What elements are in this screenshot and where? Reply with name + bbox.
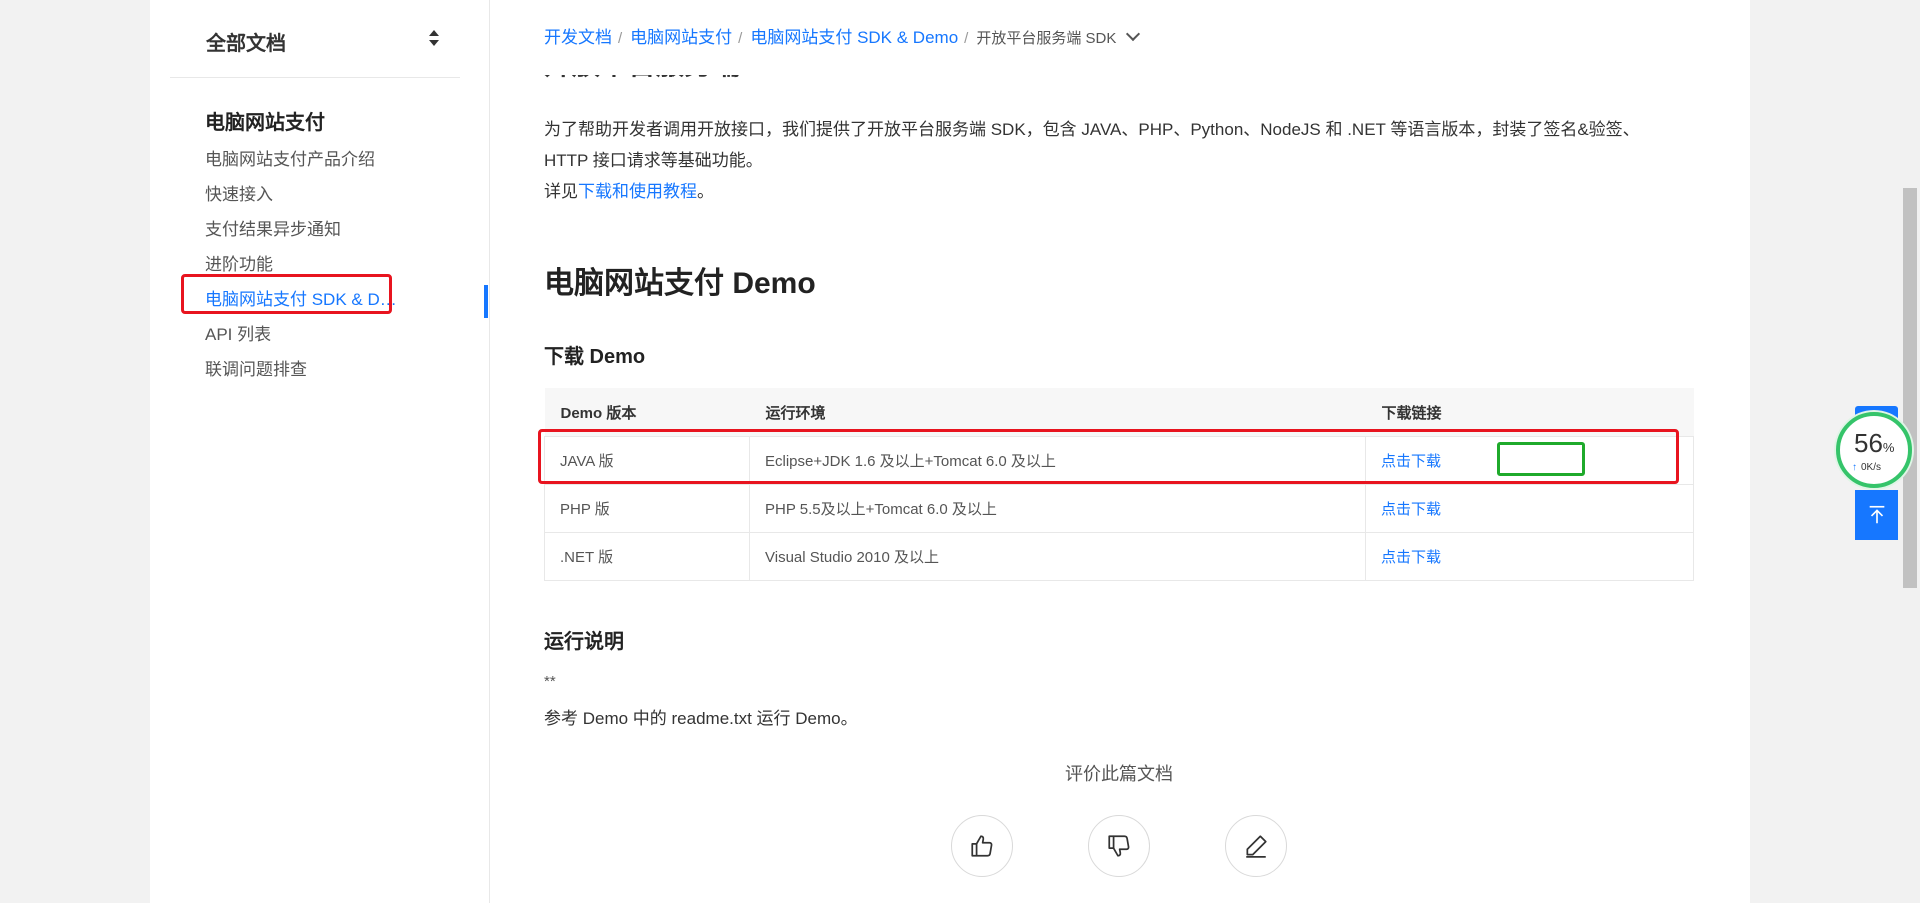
highlight-box-java-download bbox=[1497, 442, 1585, 476]
sidebar-title: 全部文档 bbox=[206, 33, 286, 55]
sidebar-section-title: 电脑网站支付 bbox=[205, 112, 325, 134]
intro-line-1: 为了帮助开发者调用开放接口，我们提供了开放平台服务端 SDK，包含 JAVA、P… bbox=[544, 120, 1640, 139]
cell-link: 点击下载 bbox=[1365, 484, 1694, 533]
pencil-icon bbox=[1246, 835, 1267, 858]
run-instructions-text: 参考 Demo 中的 readme.txt 运行 Demo。 bbox=[544, 709, 858, 728]
see-suffix: 。 bbox=[697, 182, 714, 201]
rate-doc-title: 评价此篇文档 bbox=[1065, 764, 1173, 784]
stray-markdown-stars: ** bbox=[544, 673, 556, 690]
sidebar-nav: 电脑网站支付产品介绍 快速接入 支付结果异步通知 进阶功能 电脑网站支付 SDK… bbox=[205, 146, 397, 391]
cell-link: 点击下载 bbox=[1365, 532, 1694, 581]
doc-content: 开发文档 / 电脑网站支付 / 电脑网站支付 SDK & Demo / 开放平台服务端 SD… bbox=[538, 0, 1694, 903]
sidebar-item-async-notify[interactable]: 支付结果异步通知 bbox=[205, 216, 397, 251]
page-title: 电脑网站支付 Demo bbox=[544, 267, 816, 300]
download-link-dotnet[interactable]: 点击下载 bbox=[1381, 549, 1441, 566]
breadcrumb-separator: / bbox=[964, 30, 969, 47]
breadcrumb-separator: / bbox=[738, 30, 743, 47]
run-instructions-heading: 运行说明 bbox=[544, 631, 624, 653]
intro-line-2: HTTP 接口请求等基础功能。 bbox=[544, 151, 763, 170]
feedback-edit-button[interactable] bbox=[1225, 815, 1287, 877]
breadcrumb-link-pc-pay[interactable]: 电脑网站支付 bbox=[630, 28, 732, 47]
arrow-up-icon: ↑ bbox=[1852, 462, 1857, 473]
breadcrumb-link-docs[interactable]: 开发文档 bbox=[544, 28, 612, 47]
thumbs-down-icon bbox=[1108, 835, 1130, 857]
sidebar-item-intro[interactable]: 电脑网站支付产品介绍 bbox=[205, 146, 397, 181]
cell-env: Visual Studio 2010 及以上 bbox=[749, 532, 1366, 581]
cell-version: .NET 版 bbox=[544, 532, 750, 581]
table-row: .NET 版 Visual Studio 2010 及以上 点击下载 bbox=[544, 532, 1694, 581]
speed-percent: 56% bbox=[1854, 428, 1894, 459]
sort-arrows-icon[interactable] bbox=[427, 28, 441, 50]
back-to-top-icon bbox=[1869, 505, 1884, 524]
thumbs-up-icon bbox=[971, 835, 993, 857]
rate-value: 0K/s bbox=[1861, 462, 1882, 473]
see-more-line: 详见下载和使用教程。 bbox=[544, 176, 1684, 207]
sidebar-active-indicator bbox=[484, 285, 488, 318]
highlight-box-sidebar bbox=[181, 274, 392, 314]
percent-value: 56 bbox=[1854, 428, 1883, 458]
breadcrumb-link-sdk-demo[interactable]: 电脑网站支付 SDK & Demo bbox=[750, 28, 958, 47]
thumbs-down-button[interactable] bbox=[1088, 815, 1150, 877]
doc-sidebar: 全部文档 电脑网站支付 电脑网站支付产品介绍 快速接入 支付结果异步通知 进阶功… bbox=[150, 0, 490, 903]
sidebar-item-troubleshooting[interactable]: 联调问题排查 bbox=[205, 356, 397, 391]
see-prefix: 详见 bbox=[544, 182, 578, 201]
back-to-top-button[interactable] bbox=[1855, 490, 1898, 540]
cell-version: PHP 版 bbox=[544, 484, 750, 533]
breadcrumb: 开发文档 / 电脑网站支付 / 电脑网站支付 SDK & Demo / 开放平台服务端 SD… bbox=[544, 0, 1694, 75]
intro-paragraph: 为了帮助开发者调用开放接口，我们提供了开放平台服务端 SDK，包含 JAVA、P… bbox=[544, 114, 1684, 207]
speed-rate: ↑ 0K/s bbox=[1852, 462, 1881, 473]
sidebar-header[interactable]: 全部文档 bbox=[170, 20, 460, 78]
doc-page: 全部文档 电脑网站支付 电脑网站支付产品介绍 快速接入 支付结果异步通知 进阶功… bbox=[150, 0, 1750, 903]
download-tutorial-link[interactable]: 下载和使用教程 bbox=[578, 182, 697, 201]
cell-env: PHP 5.5及以上+Tomcat 6.0 及以上 bbox=[749, 484, 1366, 533]
thumbs-up-button[interactable] bbox=[951, 815, 1013, 877]
scrollbar-thumb[interactable] bbox=[1903, 188, 1917, 588]
table-row: PHP 版 PHP 5.5及以上+Tomcat 6.0 及以上 点击下载 bbox=[544, 484, 1694, 533]
chevron-down-icon[interactable] bbox=[1126, 26, 1141, 42]
breadcrumb-separator: / bbox=[618, 30, 623, 47]
network-speed-widget[interactable]: 56% ↑ 0K/s bbox=[1836, 412, 1912, 488]
sidebar-item-api-list[interactable]: API 列表 bbox=[205, 321, 397, 356]
sidebar-item-quick-start[interactable]: 快速接入 bbox=[205, 181, 397, 216]
download-demo-heading: 下载 Demo bbox=[544, 346, 646, 368]
percent-unit: % bbox=[1882, 440, 1895, 455]
breadcrumb-current[interactable]: 开放平台服务端 SDK bbox=[976, 30, 1116, 47]
demo-table: Demo 版本 运行环境 下载链接 JAVA 版 Eclipse+JDK 1.6… bbox=[544, 388, 1694, 581]
download-link-php[interactable]: 点击下载 bbox=[1381, 501, 1441, 518]
